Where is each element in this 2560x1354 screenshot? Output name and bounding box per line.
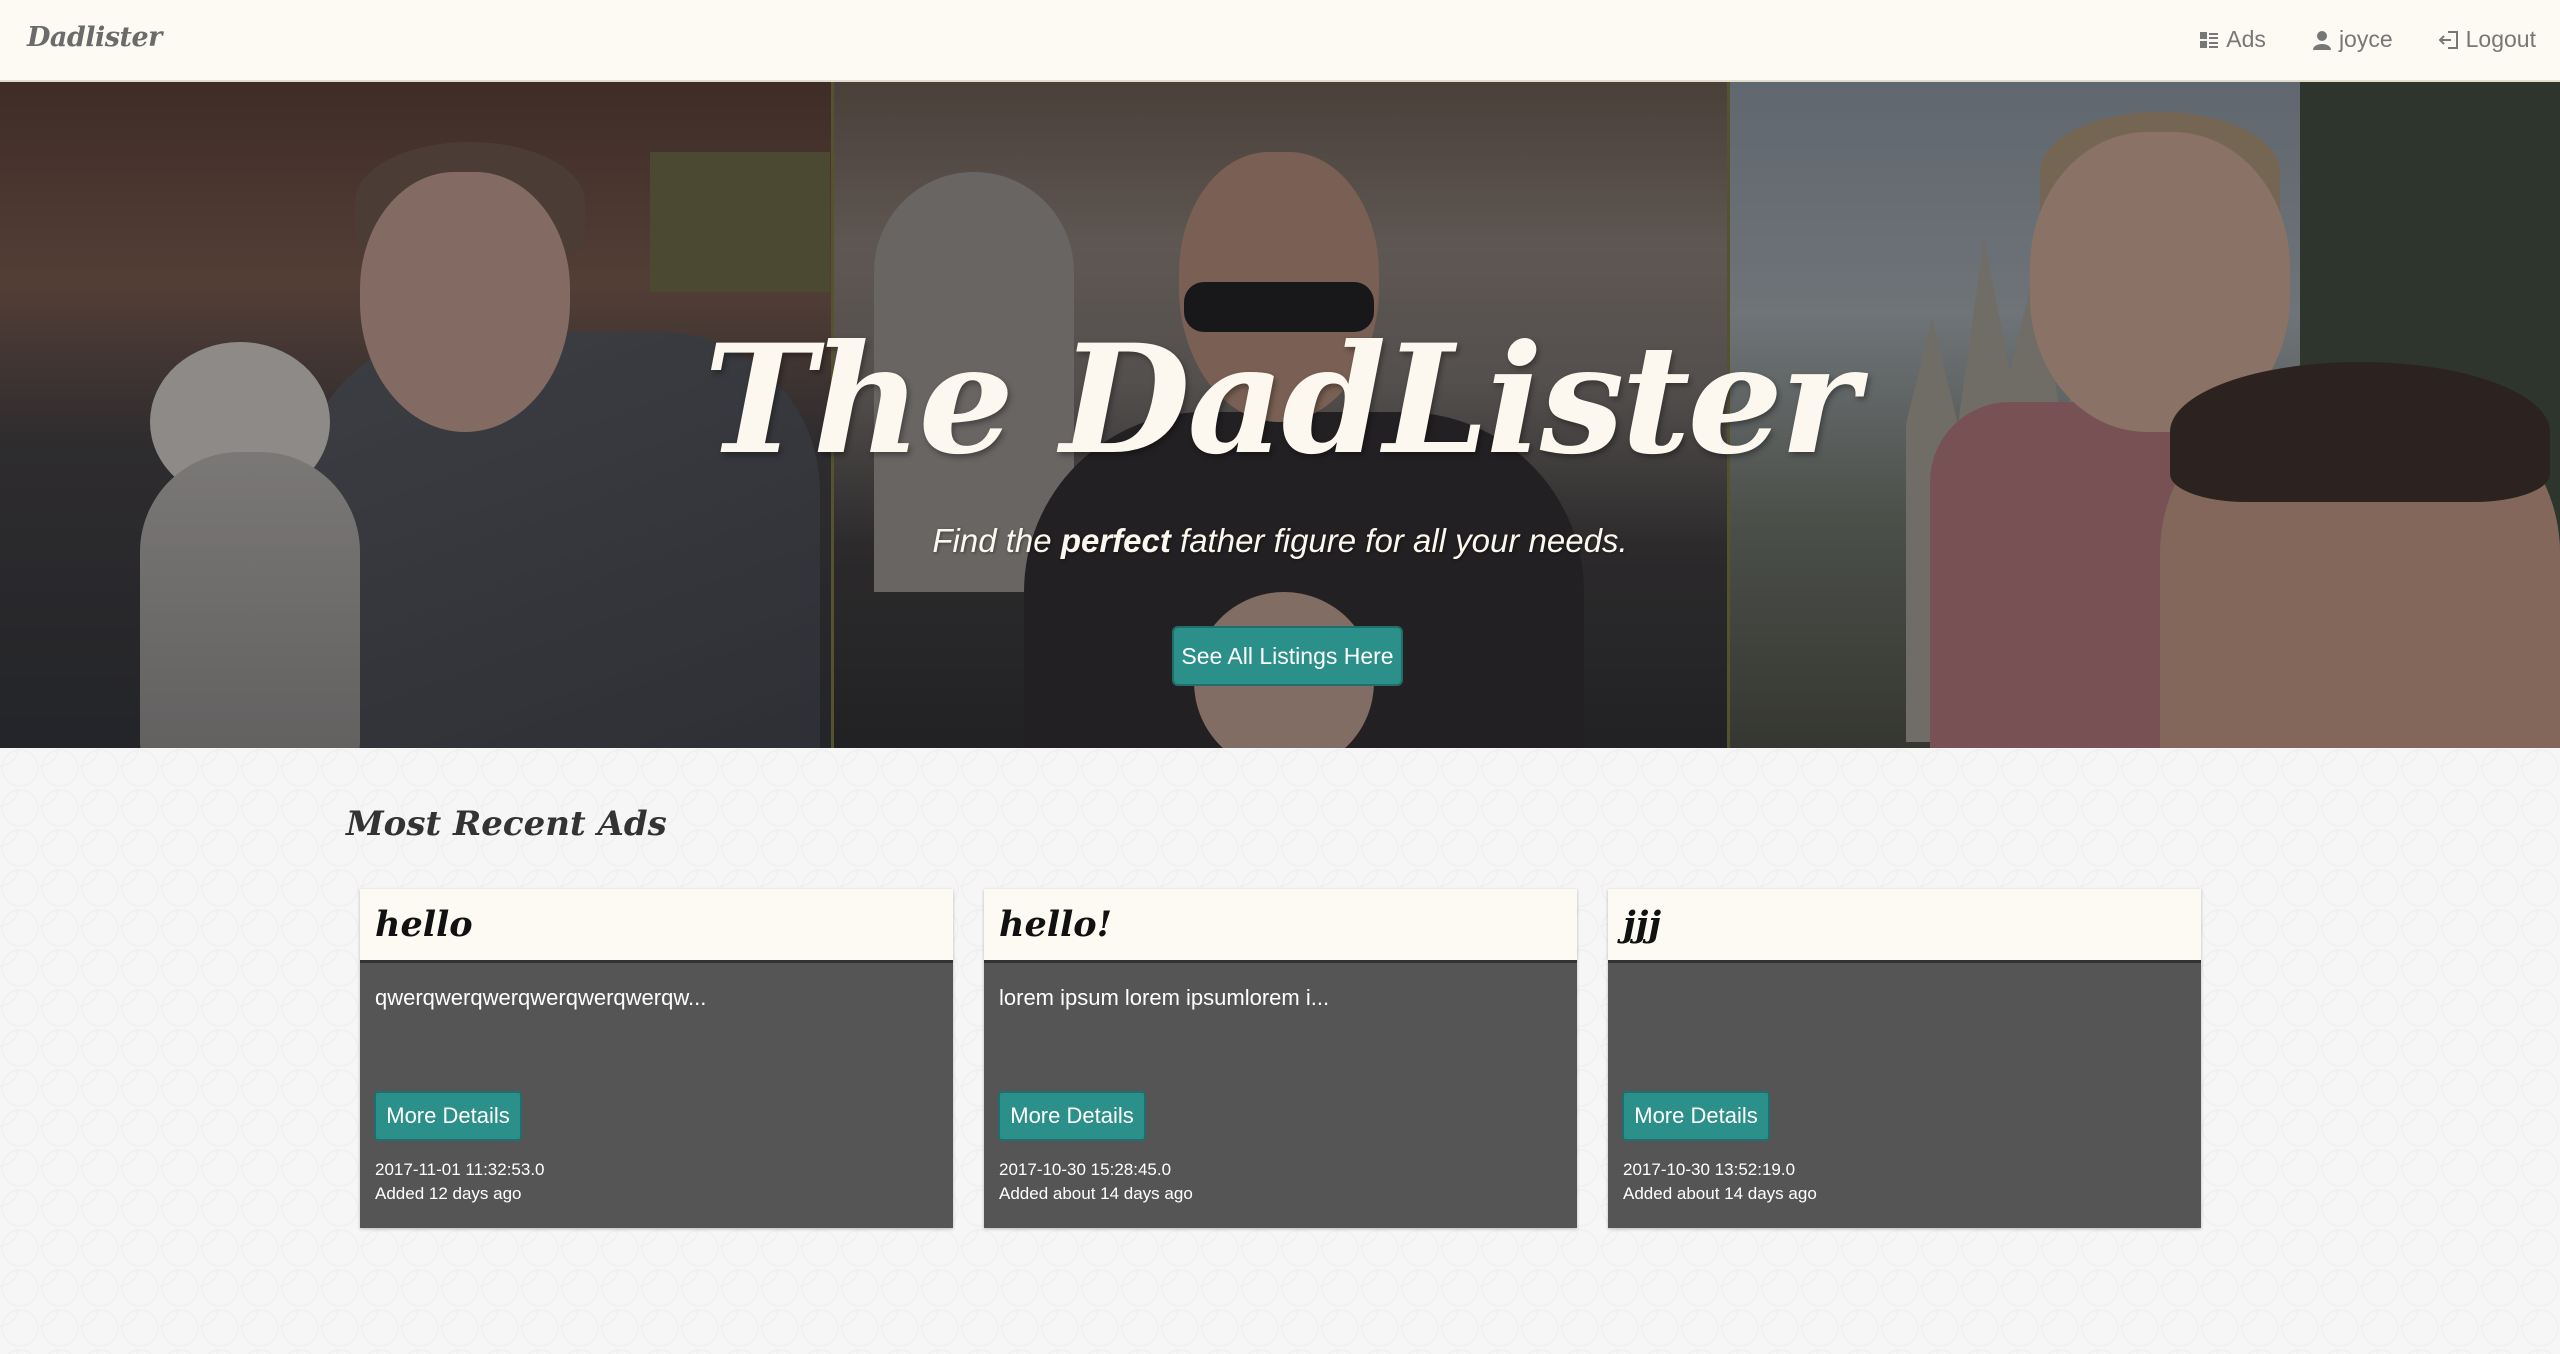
logout-icon xyxy=(2438,30,2459,50)
ad-card: hello! lorem ipsum lorem ipsumlorem i...… xyxy=(984,889,1577,1228)
nav-user-label: joyce xyxy=(2338,26,2393,52)
section-title: Most Recent Ads xyxy=(346,804,667,844)
ad-card-date: 2017-10-30 13:52:19.0 xyxy=(1623,1160,1796,1179)
ad-card-description: qwerqwerqwerqwerqwerqwerqw... xyxy=(375,985,707,1010)
ad-card-added: Added about 14 days ago xyxy=(999,1184,1193,1203)
ad-card-title: hello! xyxy=(984,889,1577,963)
brand-logo[interactable]: Dadlister xyxy=(27,22,162,53)
ad-card-added: Added 12 days ago xyxy=(375,1184,522,1203)
recent-ads-section: Most Recent Ads hello qwerqwerqwerqwerqw… xyxy=(0,748,2560,1354)
more-details-button[interactable]: More Details xyxy=(1622,1091,1770,1141)
ad-card-added: Added about 14 days ago xyxy=(1623,1184,1817,1203)
ad-card-title: hello xyxy=(360,889,953,963)
hero-subtitle-post: father figure for all your needs. xyxy=(1170,522,1628,559)
hero-subtitle-emphasis: perfect xyxy=(1060,522,1171,559)
nav-logout-link[interactable]: Logout xyxy=(2438,26,2536,53)
nav-menu: Ads joyce Logout xyxy=(2199,26,2536,53)
ad-card: jjj More Details 2017-10-30 13:52:19.0 A… xyxy=(1608,889,2201,1228)
ad-card: hello qwerqwerqwerqwerqwerqwerqw... More… xyxy=(360,889,953,1228)
hero-subtitle-pre: Find the xyxy=(932,522,1061,559)
more-details-button[interactable]: More Details xyxy=(374,1091,522,1141)
more-details-button[interactable]: More Details xyxy=(998,1091,1146,1141)
ad-card-body: More Details 2017-10-30 13:52:19.0 Added… xyxy=(1608,963,2201,1228)
navbar: Dadlister Ads joyce Logout xyxy=(0,0,2560,82)
nav-ads-link[interactable]: Ads xyxy=(2199,26,2266,53)
user-icon xyxy=(2312,30,2332,50)
ad-card-title: jjj xyxy=(1608,889,2201,963)
ad-card-body: qwerqwerqwerqwerqwerqwerqw... More Detai… xyxy=(360,963,953,1228)
hero-title: The DadLister xyxy=(703,312,1859,488)
nav-user-link[interactable]: joyce xyxy=(2312,26,2393,53)
see-all-listings-button[interactable]: See All Listings Here xyxy=(1172,626,1403,686)
ad-card-date: 2017-10-30 15:28:45.0 xyxy=(999,1160,1172,1179)
ad-card-description: lorem ipsum lorem ipsumlorem i... xyxy=(999,985,1330,1010)
nav-logout-label: Logout xyxy=(2465,26,2536,52)
nav-ads-label: Ads xyxy=(2226,26,2266,52)
hero-banner: The DadLister Find the perfect father fi… xyxy=(0,82,2560,748)
hero-subtitle: Find the perfect father figure for all y… xyxy=(0,522,2560,560)
ad-card-date: 2017-11-01 11:32:53.0 xyxy=(375,1160,545,1179)
ad-card-body: lorem ipsum lorem ipsumlorem i... More D… xyxy=(984,963,1577,1228)
list-icon xyxy=(2199,30,2219,50)
